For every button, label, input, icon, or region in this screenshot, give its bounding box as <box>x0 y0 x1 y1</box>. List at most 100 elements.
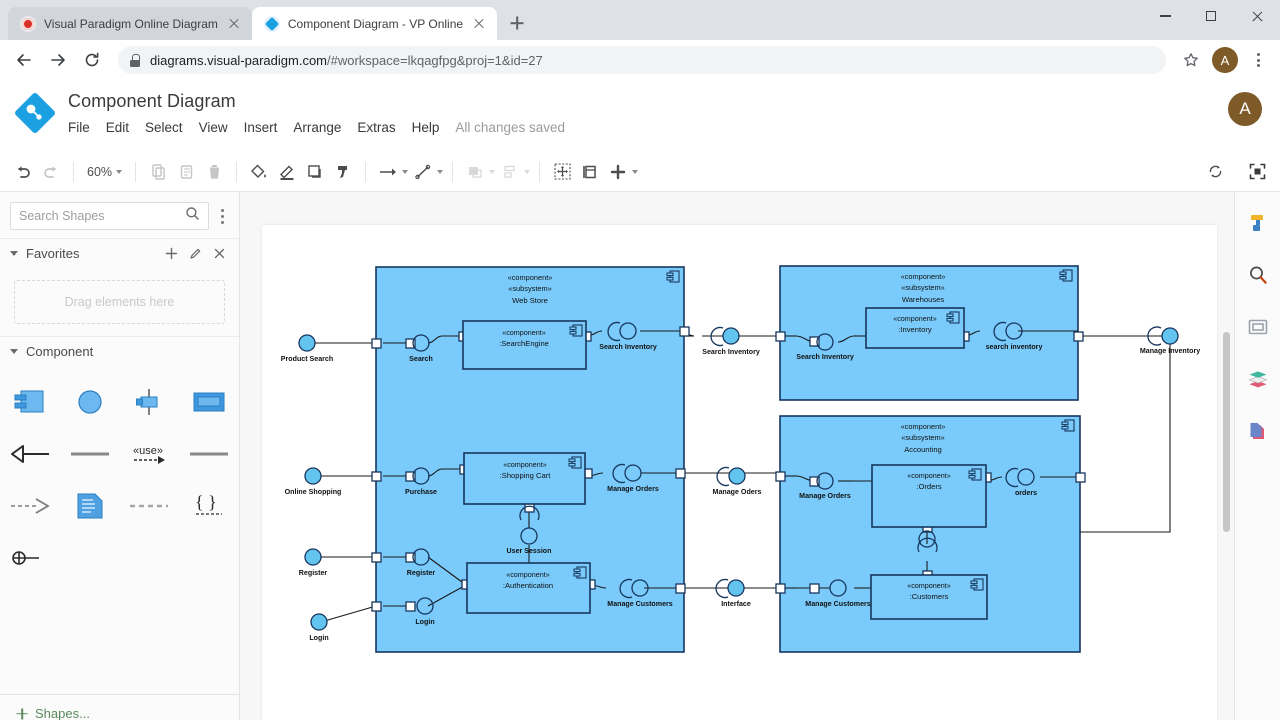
align-control[interactable] <box>497 159 531 185</box>
component-shopping-cart[interactable]: «component» :Shopping Cart <box>463 452 586 505</box>
bookmark-star-icon[interactable] <box>1176 45 1206 75</box>
pages-icon[interactable] <box>1245 418 1271 444</box>
component-customers[interactable]: «component» :Customers <box>870 574 988 620</box>
profile-avatar[interactable]: A <box>1212 47 1238 73</box>
copy-button[interactable] <box>145 159 171 185</box>
generalization-arrow-shape-icon[interactable] <box>0 428 60 480</box>
use-dependency-shape-icon[interactable]: «use» <box>120 428 180 480</box>
shapes-panel-menu-icon[interactable] <box>213 208 231 224</box>
section-header-favorites[interactable]: Favorites <box>0 238 239 268</box>
diagram-canvas[interactable]: «component» «subsystem» Web Store «compo… <box>240 192 1234 720</box>
maximize-button[interactable] <box>1188 0 1234 32</box>
close-favorites-icon[interactable] <box>211 246 227 262</box>
assembly-connector-shape-icon[interactable] <box>0 532 60 584</box>
chevron-down-icon[interactable] <box>437 169 444 174</box>
plus-icon[interactable] <box>605 159 631 185</box>
component-shape-icon[interactable] <box>0 376 60 428</box>
svg-text:Manage Inventory: Manage Inventory <box>1140 347 1200 355</box>
search-icon[interactable] <box>185 206 200 226</box>
redo-button[interactable] <box>38 159 64 185</box>
edit-favorites-icon[interactable] <box>187 246 203 262</box>
arrow-style-control[interactable] <box>375 159 409 185</box>
menu-item-view[interactable]: View <box>199 120 228 135</box>
undo-button[interactable] <box>10 159 36 185</box>
new-tab-button[interactable] <box>503 9 531 37</box>
outline-icon[interactable] <box>1245 314 1271 340</box>
port-shape-icon[interactable] <box>120 376 180 428</box>
close-icon[interactable] <box>226 16 242 32</box>
browser-tab-inactive[interactable]: Visual Paradigm Online Diagram <box>8 7 252 40</box>
close-icon[interactable] <box>471 16 487 32</box>
align-icon[interactable] <box>497 159 523 185</box>
component-authentication[interactable]: «component» :Authentication <box>466 562 591 614</box>
menu-item-insert[interactable]: Insert <box>244 120 278 135</box>
component-inventory[interactable]: «component» :Inventory <box>865 307 965 349</box>
component-orders[interactable]: «component» :Orders <box>871 464 987 528</box>
vertical-scrollbar[interactable] <box>1223 332 1230 532</box>
association-line-shape-icon[interactable] <box>60 428 120 480</box>
chevron-down-icon[interactable] <box>632 169 639 174</box>
back-icon[interactable] <box>8 44 40 76</box>
interface-ball[interactable] <box>298 334 316 352</box>
delete-button[interactable] <box>201 159 227 185</box>
diagram-page[interactable]: «component» «subsystem» Web Store «compo… <box>262 225 1217 720</box>
line-color-button[interactable] <box>274 159 300 185</box>
user-avatar[interactable]: A <box>1228 92 1262 126</box>
note-shape-icon[interactable] <box>60 480 120 532</box>
insert-control[interactable] <box>605 159 639 185</box>
menu-item-extras[interactable]: Extras <box>357 120 395 135</box>
browser-menu-icon[interactable] <box>1244 46 1272 74</box>
refresh-icon[interactable] <box>1202 159 1228 185</box>
waypoints-button[interactable] <box>549 159 575 185</box>
chevron-down-icon[interactable] <box>489 169 496 174</box>
fullscreen-icon[interactable] <box>1244 159 1270 185</box>
interface-circle-shape-icon[interactable] <box>60 376 120 428</box>
interface-ball[interactable] <box>304 467 322 485</box>
menu-item-arrange[interactable]: Arrange <box>293 120 341 135</box>
search-input[interactable] <box>19 209 185 223</box>
package-shape-icon[interactable] <box>179 376 239 428</box>
more-shapes-button[interactable]: Shapes... <box>0 694 239 720</box>
format-painter-button[interactable] <box>330 159 356 185</box>
interface-manage-inventory[interactable]: Manage Inventory <box>1140 326 1200 355</box>
link-line-shape-icon[interactable] <box>179 428 239 480</box>
svg-text:«component»: «component» <box>502 328 546 337</box>
forward-icon[interactable] <box>42 44 74 76</box>
dashed-line-shape-icon[interactable] <box>120 480 180 532</box>
paste-button[interactable] <box>173 159 199 185</box>
close-window-button[interactable] <box>1234 0 1280 32</box>
to-front-control[interactable] <box>462 159 496 185</box>
interface-ball[interactable] <box>304 548 322 566</box>
line-style-icon[interactable] <box>410 159 436 185</box>
dashed-arrow-shape-icon[interactable] <box>0 480 60 532</box>
component-search-engine[interactable]: «component» :SearchEngine <box>462 320 587 370</box>
search-icon[interactable] <box>1245 262 1271 288</box>
svg-text:Warehouses: Warehouses <box>902 295 945 304</box>
add-favorite-icon[interactable] <box>163 246 179 262</box>
to-front-icon[interactable] <box>462 159 488 185</box>
section-header-component[interactable]: Component <box>0 336 239 366</box>
search-shapes-box[interactable] <box>10 202 209 230</box>
layers-icon[interactable] <box>1245 366 1271 392</box>
page-title: Component Diagram <box>68 91 236 111</box>
menu-item-select[interactable]: Select <box>145 120 183 135</box>
chevron-down-icon[interactable] <box>524 169 531 174</box>
menu-item-edit[interactable]: Edit <box>106 120 129 135</box>
interface-ball[interactable] <box>310 613 328 631</box>
browser-tab-active[interactable]: Component Diagram - VP Online <box>251 7 498 40</box>
insert-table-button[interactable] <box>577 159 603 185</box>
address-bar[interactable]: diagrams.visual-paradigm.com/#workspace=… <box>118 46 1166 74</box>
fill-color-button[interactable] <box>246 159 272 185</box>
constraint-braces-shape-icon[interactable]: { } <box>179 480 239 532</box>
menu-item-help[interactable]: Help <box>412 120 440 135</box>
format-panel-icon[interactable] <box>1245 210 1271 236</box>
favorites-dropzone[interactable]: Drag elements here <box>14 280 225 324</box>
arrow-style-icon[interactable] <box>375 159 401 185</box>
shadow-button[interactable] <box>302 159 328 185</box>
menu-item-file[interactable]: File <box>68 120 90 135</box>
zoom-control[interactable]: 60% <box>83 165 126 179</box>
reload-icon[interactable] <box>76 44 108 76</box>
line-style-control[interactable] <box>410 159 444 185</box>
minimize-button[interactable] <box>1142 0 1188 32</box>
chevron-down-icon[interactable] <box>402 169 409 174</box>
